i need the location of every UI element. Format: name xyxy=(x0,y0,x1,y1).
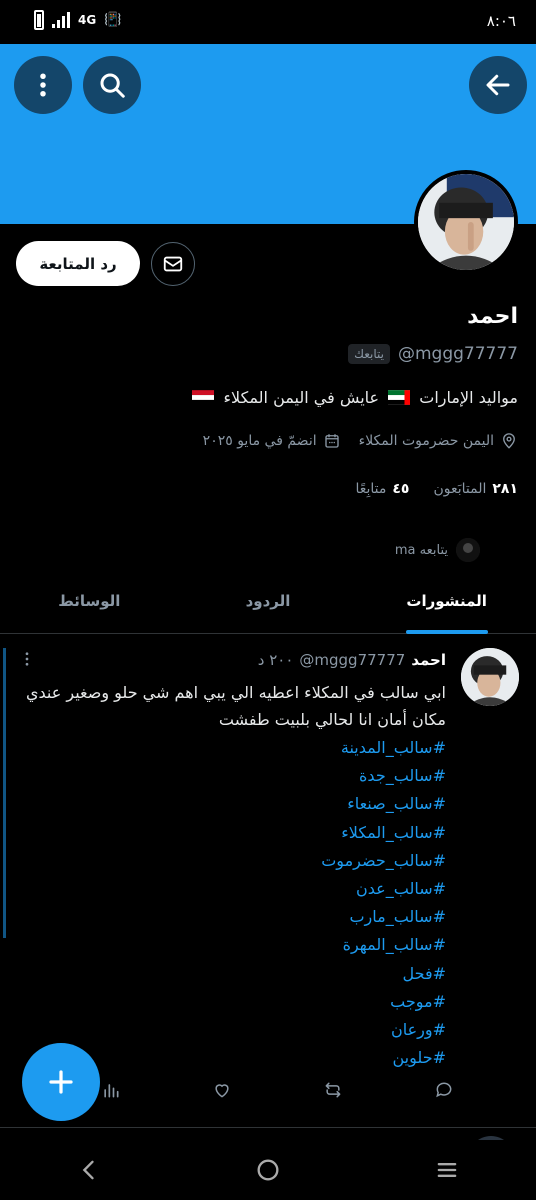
hashtag-link[interactable]: #سالب_صنعاء xyxy=(16,790,446,818)
search-icon xyxy=(100,73,125,98)
post-more-button[interactable] xyxy=(18,650,36,672)
yemen-flag-icon xyxy=(192,390,215,405)
compose-button[interactable] xyxy=(22,1043,100,1121)
followers-link[interactable]: ٢٨١ المتابَعون xyxy=(433,481,518,497)
battery-icon xyxy=(34,10,44,30)
follow-back-button[interactable]: رد المتابعة xyxy=(16,241,140,286)
repost-icon xyxy=(325,1082,341,1098)
tab-media[interactable]: الوسائط xyxy=(0,578,179,633)
post-author-name[interactable]: احمد xyxy=(411,651,446,669)
handle-row: يتابعك @mggg77777 xyxy=(348,344,518,364)
bio-text-2: عايش في اليمن المكلاء xyxy=(223,388,380,407)
profile-name: احمد xyxy=(467,304,518,329)
clock: ٨:٠٦ xyxy=(486,12,516,30)
system-nav-bar xyxy=(0,1140,536,1200)
back-button[interactable] xyxy=(469,56,527,114)
more-vertical-icon xyxy=(40,73,46,97)
home-nav-icon[interactable] xyxy=(254,1156,282,1184)
follows-you-badge: يتابعك xyxy=(348,344,390,364)
network-type: 4G xyxy=(78,13,97,27)
follow-stats: ٢٨١ المتابَعون ٤٥ متابِعًا xyxy=(355,481,518,497)
back-nav-icon[interactable] xyxy=(75,1156,103,1184)
views-chart-icon xyxy=(104,1084,119,1098)
profile-meta: اليمن حضرموت المكلاء انضمّ في مايو ٢٠٢٥ xyxy=(203,432,518,450)
location-pin-icon xyxy=(503,433,515,449)
hashtag-link[interactable]: #ورعان xyxy=(16,1016,446,1044)
tab-replies[interactable]: الردود xyxy=(179,578,358,633)
hashtag-link[interactable]: #سالب_المهرة xyxy=(16,931,446,959)
vibrate-icon: 📳 xyxy=(104,12,122,28)
search-button[interactable] xyxy=(83,56,141,114)
avatar-image xyxy=(418,174,514,270)
hashtag-link[interactable]: #سالب_مارب xyxy=(16,903,446,931)
follower-avatar xyxy=(456,538,480,562)
location-item: اليمن حضرموت المكلاء xyxy=(359,432,518,450)
joined-text: انضمّ في مايو ٢٠٢٥ xyxy=(202,433,317,449)
tab-posts[interactable]: المنشورات xyxy=(357,578,536,634)
followers-label: المتابَعون xyxy=(433,481,487,497)
profile-handle: @mggg77777 xyxy=(397,344,518,364)
hashtag-link[interactable]: #فحل xyxy=(16,960,447,988)
followed-by-text: يتابعه ma xyxy=(394,542,448,558)
post-author-handle: @mggg77777 xyxy=(299,651,406,669)
calendar-icon xyxy=(324,434,339,448)
reply-button[interactable] xyxy=(434,1080,454,1100)
bio-text-1: مواليد الإمارات xyxy=(419,388,518,407)
hashtag-link[interactable]: #سالب_حضرموت xyxy=(16,847,446,875)
profile-avatar[interactable] xyxy=(414,170,518,274)
post-time: ٢٠٠ د xyxy=(257,651,294,669)
signal-icon xyxy=(52,12,70,28)
following-count: ٤٥ xyxy=(392,481,410,497)
repost-button[interactable] xyxy=(323,1080,343,1100)
message-button[interactable] xyxy=(151,242,195,286)
profile-tabs: المنشورات الردود الوسائط xyxy=(0,578,536,634)
following-link[interactable]: ٤٥ متابِعًا xyxy=(355,481,409,497)
post-text: ابي سالب في المكلاء اعطيه الي يبي اهم شي… xyxy=(25,683,446,729)
hashtag-link[interactable]: #موجب xyxy=(16,988,446,1016)
status-bar: 4G 📳 ٨:٠٦ xyxy=(0,0,536,44)
location-text: اليمن حضرموت المكلاء xyxy=(358,433,494,449)
recents-nav-icon[interactable] xyxy=(433,1156,461,1184)
more-vertical-icon xyxy=(25,652,29,666)
uae-flag-icon xyxy=(388,390,411,405)
hashtag-link[interactable]: #سالب_عدن xyxy=(16,875,446,903)
followers-count: ٢٨١ xyxy=(492,481,518,497)
like-button[interactable] xyxy=(212,1080,232,1100)
avatar-image xyxy=(461,648,519,706)
following-label: متابِعًا xyxy=(355,481,387,497)
reply-icon xyxy=(436,1082,452,1098)
more-options-button[interactable] xyxy=(14,56,72,114)
heart-icon xyxy=(215,1084,229,1098)
post-hashtags: #سالب_المدينة #سالب_جدة #سالب_صنعاء #سال… xyxy=(16,734,446,1072)
status-icons: 4G 📳 xyxy=(34,10,122,30)
followed-by[interactable]: يتابعه ma xyxy=(395,538,480,562)
plus-icon xyxy=(49,1070,73,1094)
envelope-icon xyxy=(163,256,183,272)
thread-indicator xyxy=(3,648,6,938)
post-separator xyxy=(0,1127,536,1128)
hashtag-link[interactable]: #سالب_المكلاء xyxy=(16,819,446,847)
post-header: احمد @mggg77777 ٢٠٠ د xyxy=(258,651,446,669)
profile-bio: مواليد الإمارات عايش في اليمن المكلاء xyxy=(188,388,518,407)
post-actions: ٥٢ xyxy=(84,1080,454,1100)
post-avatar[interactable] xyxy=(461,648,519,706)
joined-item: انضمّ في مايو ٢٠٢٥ xyxy=(203,432,341,450)
hashtag-link[interactable]: #سالب_جدة xyxy=(16,762,446,790)
arrow-left-icon xyxy=(486,74,510,96)
hashtag-link[interactable]: #سالب_المدينة xyxy=(16,734,446,762)
